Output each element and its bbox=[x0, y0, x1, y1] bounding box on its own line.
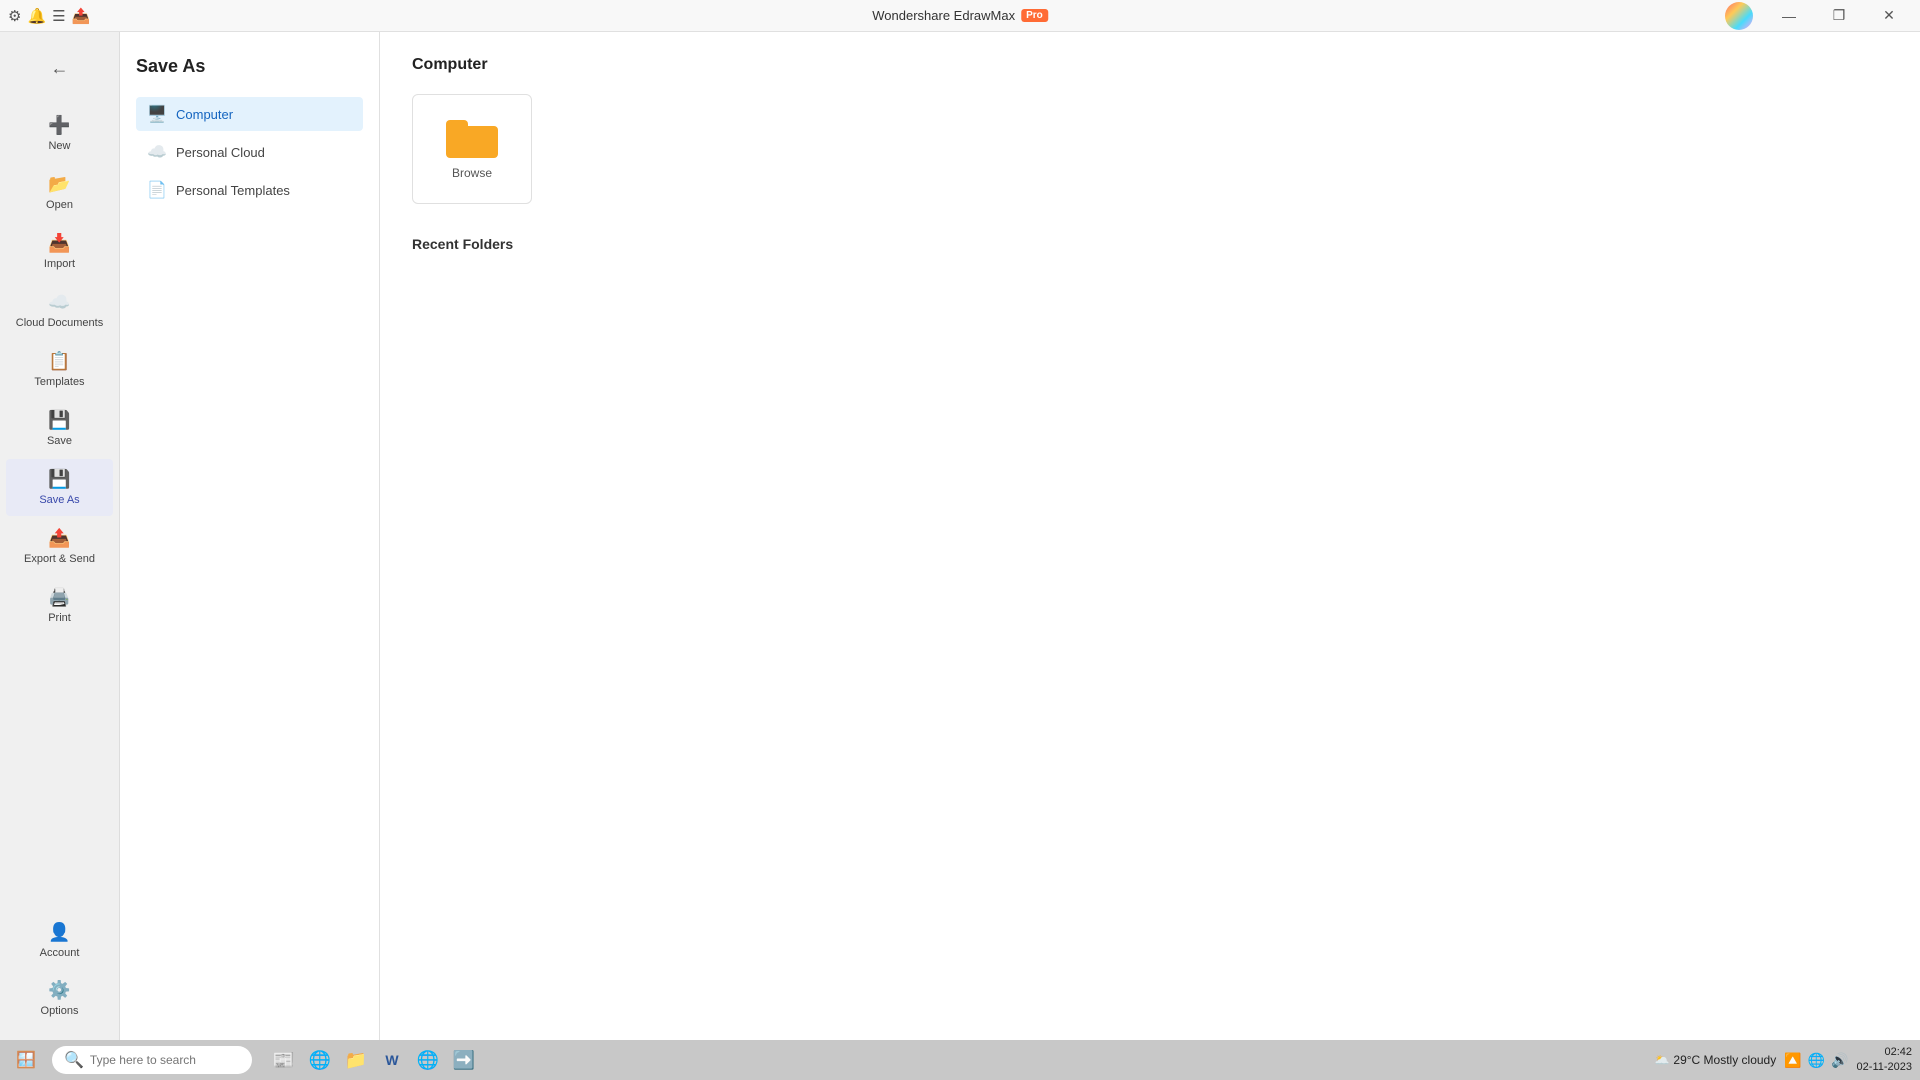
print-icon: 🖨️ bbox=[48, 587, 70, 608]
sidebar-item-account[interactable]: 👤 Account bbox=[6, 912, 113, 969]
toolbar-icon-4[interactable]: 📤 bbox=[72, 7, 91, 25]
location-personal-cloud-label: Personal Cloud bbox=[176, 145, 265, 160]
sidebar-item-options-label: Options bbox=[41, 1005, 79, 1017]
sidebar-item-open[interactable]: 📂 Open bbox=[6, 164, 113, 221]
import-icon: 📥 bbox=[48, 233, 70, 254]
sidebar-bottom: 👤 Account ⚙️ Options bbox=[0, 911, 119, 1040]
sidebar-item-print-label: Print bbox=[48, 612, 71, 624]
sidebar-item-print[interactable]: 🖨️ Print bbox=[6, 577, 113, 634]
options-icon: ⚙️ bbox=[48, 980, 70, 1001]
browse-folder-button[interactable]: Browse bbox=[412, 94, 532, 204]
close-button[interactable]: ✕ bbox=[1866, 0, 1912, 32]
panel-middle: Save As 🖥️ Computer ☁️ Personal Cloud 📄 … bbox=[120, 32, 380, 1040]
toolbar-icon-1[interactable]: ⚙ bbox=[8, 7, 21, 25]
taskbar-clock[interactable]: 02:42 02-11-2023 bbox=[1857, 1045, 1912, 1076]
sidebar-item-new[interactable]: ➕ New bbox=[6, 105, 113, 162]
section-title: Computer bbox=[412, 56, 1888, 74]
toolbar-icon-2[interactable]: 🔔 bbox=[27, 7, 46, 25]
open-icon: 📂 bbox=[48, 174, 70, 195]
templates-icon: 📋 bbox=[48, 351, 70, 372]
new-icon: ➕ bbox=[48, 115, 70, 136]
taskbar: 🪟 🔍 📰 🌐 📁 W 🌐 ➡️ 🌥️ 29°C Mostly cloudy 🔼… bbox=[0, 1040, 1920, 1080]
sidebar-item-save[interactable]: 💾 Save bbox=[6, 400, 113, 457]
title-bar-left: ⚙ 🔔 ☰ 📤 bbox=[8, 7, 90, 25]
sidebar-item-export[interactable]: 📤 Export & Send bbox=[6, 518, 113, 575]
taskbar-right: 🌥️ 29°C Mostly cloudy 🔼 🌐 🔊 02:42 02-11-… bbox=[1654, 1045, 1912, 1076]
sidebar-item-templates[interactable]: 📋 Templates bbox=[6, 341, 113, 398]
title-bar: ⚙ 🔔 ☰ 📤 Wondershare EdrawMax Pro — ❐ ✕ bbox=[0, 0, 1920, 32]
weather-icon: 🌥️ bbox=[1654, 1053, 1669, 1067]
cloud-icon: ☁️ bbox=[48, 292, 70, 313]
sidebar-item-options[interactable]: ⚙️ Options bbox=[6, 970, 113, 1027]
recent-folders-title: Recent Folders bbox=[412, 236, 1888, 252]
pro-badge: Pro bbox=[1021, 9, 1048, 22]
app-title: Wondershare EdrawMax bbox=[872, 8, 1015, 23]
app-container: ← ➕ New 📂 Open 📥 Import ☁️ Cloud Documen… bbox=[0, 32, 1920, 1040]
volume-icon[interactable]: 🔊 bbox=[1831, 1052, 1848, 1069]
search-input[interactable] bbox=[90, 1053, 240, 1067]
sidebar-item-open-label: Open bbox=[46, 199, 73, 211]
avatar bbox=[1716, 0, 1762, 32]
sidebar-item-import-label: Import bbox=[44, 258, 75, 270]
browse-label: Browse bbox=[452, 166, 492, 180]
main-content: Computer Browse Recent Folders bbox=[380, 32, 1920, 1040]
search-icon: 🔍 bbox=[64, 1050, 84, 1070]
account-icon: 👤 bbox=[48, 922, 70, 943]
taskbar-date: 02-11-2023 bbox=[1857, 1060, 1912, 1075]
start-button[interactable]: 🪟 bbox=[8, 1042, 44, 1078]
sidebar-item-cloud-label: Cloud Documents bbox=[16, 317, 103, 329]
sidebar-left: ← ➕ New 📂 Open 📥 Import ☁️ Cloud Documen… bbox=[0, 32, 120, 1040]
save-icon: 💾 bbox=[48, 410, 70, 431]
toolbar-icons: ⚙ 🔔 ☰ 📤 bbox=[8, 7, 90, 25]
window-controls: — ❐ ✕ bbox=[1716, 0, 1912, 32]
taskbar-right-icons: 🔼 🌐 🔊 bbox=[1784, 1052, 1848, 1069]
sidebar-item-templates-label: Templates bbox=[34, 376, 84, 388]
personal-templates-icon: 📄 bbox=[148, 181, 166, 199]
location-computer[interactable]: 🖥️ Computer bbox=[136, 97, 363, 131]
restore-button[interactable]: ❐ bbox=[1816, 0, 1862, 32]
computer-icon: 🖥️ bbox=[148, 105, 166, 123]
minimize-button[interactable]: — bbox=[1766, 0, 1812, 32]
sidebar-item-import[interactable]: 📥 Import bbox=[6, 223, 113, 280]
sidebar-item-save-as[interactable]: 💾 Save As bbox=[6, 459, 113, 516]
taskbar-app-edge[interactable]: 🌐 bbox=[304, 1044, 336, 1076]
user-avatar bbox=[1725, 2, 1753, 30]
language-icon[interactable]: 🌐 bbox=[1808, 1052, 1825, 1069]
sidebar-item-save-label: Save bbox=[47, 435, 72, 447]
taskbar-app-widgets[interactable]: 📰 bbox=[268, 1044, 300, 1076]
taskbar-app-explorer[interactable]: 📁 bbox=[340, 1044, 372, 1076]
taskbar-time: 02:42 bbox=[1857, 1045, 1912, 1060]
location-personal-templates-label: Personal Templates bbox=[176, 183, 290, 198]
taskbar-app-edraw[interactable]: ➡️ bbox=[448, 1044, 480, 1076]
panel-title: Save As bbox=[136, 56, 363, 77]
toolbar-icon-3[interactable]: ☰ bbox=[52, 7, 65, 25]
title-bar-center: Wondershare EdrawMax Pro bbox=[872, 8, 1048, 23]
system-tray-icon[interactable]: 🔼 bbox=[1784, 1052, 1801, 1069]
sidebar-item-account-label: Account bbox=[40, 947, 80, 959]
sidebar-item-save-as-label: Save As bbox=[39, 494, 79, 506]
personal-cloud-icon: ☁️ bbox=[148, 143, 166, 161]
sidebar-item-new-label: New bbox=[48, 140, 70, 152]
back-button[interactable]: ← bbox=[40, 48, 80, 88]
taskbar-app-word[interactable]: W bbox=[376, 1044, 408, 1076]
location-personal-templates[interactable]: 📄 Personal Templates bbox=[136, 173, 363, 207]
save-as-icon: 💾 bbox=[48, 469, 70, 490]
sidebar-item-cloud[interactable]: ☁️ Cloud Documents bbox=[6, 282, 113, 339]
taskbar-search[interactable]: 🔍 bbox=[52, 1046, 252, 1074]
taskbar-app-chrome[interactable]: 🌐 bbox=[412, 1044, 444, 1076]
weather-text: 29°C Mostly cloudy bbox=[1673, 1053, 1776, 1067]
folder-icon bbox=[446, 118, 498, 158]
taskbar-apps: 📰 🌐 📁 W 🌐 ➡️ bbox=[268, 1044, 480, 1076]
sidebar-item-export-label: Export & Send bbox=[24, 553, 95, 565]
taskbar-weather: 🌥️ 29°C Mostly cloudy bbox=[1654, 1053, 1776, 1067]
export-icon: 📤 bbox=[48, 528, 70, 549]
location-personal-cloud[interactable]: ☁️ Personal Cloud bbox=[136, 135, 363, 169]
location-computer-label: Computer bbox=[176, 107, 233, 122]
